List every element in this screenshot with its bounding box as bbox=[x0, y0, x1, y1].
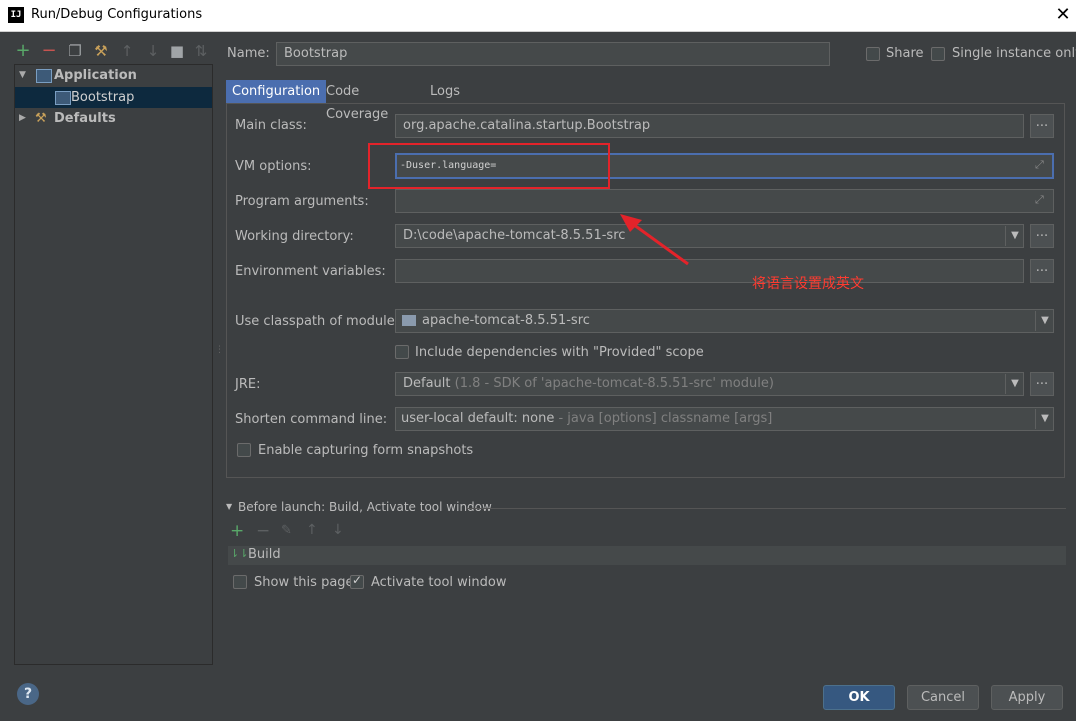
tree-item-bootstrap[interactable]: Bootstrap bbox=[15, 87, 212, 108]
annotation-highlight-box bbox=[368, 143, 610, 189]
show-page-checkbox[interactable] bbox=[233, 575, 247, 589]
edit-task-icon[interactable]: ✎ bbox=[281, 523, 292, 538]
main-class-label: Main class: bbox=[235, 118, 307, 133]
move-down-icon[interactable]: ↓ bbox=[144, 40, 162, 62]
expand-icon[interactable]: ⤢ bbox=[1035, 158, 1044, 172]
build-label: Build bbox=[248, 547, 281, 562]
expand-arrow-icon[interactable]: ▼ bbox=[19, 65, 29, 86]
classpath-select[interactable]: apache-tomcat-8.5.51-src bbox=[395, 309, 1054, 333]
add-icon[interactable]: + bbox=[14, 40, 32, 62]
chevron-down-icon[interactable]: ▼ bbox=[1005, 226, 1024, 246]
ok-button[interactable]: OK bbox=[823, 685, 895, 710]
collapse-arrow-icon[interactable]: ▶ bbox=[19, 108, 29, 129]
enable-capture-checkbox[interactable] bbox=[237, 443, 251, 457]
working-dir-field[interactable]: D:\code\apache-tomcat-8.5.51-src bbox=[395, 224, 1024, 248]
apply-button[interactable]: Apply bbox=[991, 685, 1063, 710]
splitter-handle[interactable]: ⋮ bbox=[215, 345, 224, 355]
env-vars-browse-button[interactable]: ... bbox=[1030, 259, 1054, 283]
tab-configuration[interactable]: Configuration bbox=[226, 80, 327, 103]
tab-code-coverage[interactable]: Code Coverage bbox=[320, 80, 394, 122]
tree-item-label: Bootstrap bbox=[71, 90, 135, 105]
enable-capture-label: Enable capturing form snapshots bbox=[258, 443, 474, 458]
module-folder-icon bbox=[402, 315, 416, 326]
expand-icon[interactable]: ⤢ bbox=[1035, 193, 1044, 207]
move-down-icon[interactable]: ↓ bbox=[332, 522, 344, 538]
classpath-value: apache-tomcat-8.5.51-src bbox=[422, 313, 590, 328]
shorten-select[interactable]: user-local default: none - java [options… bbox=[395, 407, 1054, 431]
tree-item-defaults[interactable]: ▶ ⚒ Defaults bbox=[15, 108, 212, 129]
include-deps-label: Include dependencies with "Provided" sco… bbox=[415, 345, 704, 360]
tree-item-label: Application bbox=[54, 68, 137, 83]
jre-detail: (1.8 - SDK of 'apache-tomcat-8.5.51-src'… bbox=[454, 376, 774, 391]
share-checkbox[interactable] bbox=[866, 47, 880, 61]
chevron-down-icon[interactable]: ▼ bbox=[1035, 311, 1054, 331]
window-title: Run/Debug Configurations bbox=[31, 7, 203, 22]
shorten-label: Shorten command line: bbox=[235, 412, 388, 427]
window-titlebar: IJ Run/Debug Configurations ✕ bbox=[0, 0, 1076, 32]
build-icon: ⇂⇂ bbox=[230, 547, 249, 560]
chevron-down-icon[interactable]: ▼ bbox=[1035, 409, 1054, 429]
share-label: Share bbox=[886, 46, 924, 61]
collapse-arrow-icon[interactable]: ▼ bbox=[226, 502, 232, 511]
move-up-icon[interactable]: ↑ bbox=[118, 40, 136, 62]
program-args-field[interactable] bbox=[395, 189, 1054, 213]
wrench-icon: ⚒ bbox=[35, 111, 47, 126]
chevron-down-icon[interactable]: ▼ bbox=[1005, 374, 1024, 394]
main-class-field[interactable]: org.apache.catalina.startup.Bootstrap bbox=[395, 114, 1024, 138]
application-config-icon bbox=[55, 91, 71, 105]
divider bbox=[466, 508, 1066, 509]
help-icon[interactable]: ? bbox=[17, 683, 39, 705]
tree-item-label: Defaults bbox=[54, 111, 116, 126]
copy-icon[interactable]: ❐ bbox=[66, 40, 84, 62]
remove-icon[interactable]: − bbox=[40, 40, 58, 62]
single-instance-checkbox[interactable] bbox=[931, 47, 945, 61]
name-label: Name: bbox=[227, 46, 270, 61]
working-dir-label: Working directory: bbox=[235, 229, 354, 244]
folder-icon[interactable]: ■ bbox=[168, 40, 186, 62]
single-instance-label: Single instance only bbox=[952, 46, 1076, 61]
show-page-label: Show this page bbox=[254, 575, 354, 590]
program-args-label: Program arguments: bbox=[235, 194, 369, 209]
add-task-icon[interactable]: + bbox=[230, 521, 244, 541]
close-icon[interactable]: ✕ bbox=[1050, 3, 1076, 27]
annotation-text: 将语言设置成英文 bbox=[752, 276, 864, 292]
shorten-value: user-local default: none bbox=[401, 411, 555, 426]
jre-label: JRE: bbox=[235, 377, 261, 392]
sort-icon[interactable]: ⇅ bbox=[192, 40, 210, 62]
activate-tool-checkbox[interactable] bbox=[350, 573, 364, 589]
wrench-icon[interactable]: ⚒ bbox=[92, 40, 110, 62]
intellij-app-icon: IJ bbox=[8, 7, 24, 23]
annotation-arrow bbox=[620, 214, 689, 266]
working-dir-browse-button[interactable]: ... bbox=[1030, 224, 1054, 248]
activate-tool-label: Activate tool window bbox=[371, 575, 507, 590]
jre-select[interactable]: Default (1.8 - SDK of 'apache-tomcat-8.5… bbox=[395, 372, 1024, 396]
remove-task-icon[interactable]: − bbox=[256, 521, 270, 541]
jre-value: Default bbox=[403, 376, 451, 391]
tree-item-application[interactable]: ▼ Application bbox=[15, 65, 212, 86]
cancel-button[interactable]: Cancel bbox=[907, 685, 979, 710]
env-vars-field[interactable] bbox=[395, 259, 1024, 283]
shorten-detail: - java [options] classname [args] bbox=[558, 411, 773, 426]
tab-logs[interactable]: Logs bbox=[424, 80, 466, 103]
move-up-icon[interactable]: ↑ bbox=[306, 522, 318, 538]
application-icon bbox=[36, 69, 52, 83]
before-launch-header[interactable]: Before launch: Build, Activate tool wind… bbox=[238, 500, 492, 514]
include-deps-checkbox[interactable] bbox=[395, 345, 409, 359]
name-field[interactable]: Bootstrap bbox=[276, 42, 830, 66]
config-tree: ▼ Application Bootstrap ▶ ⚒ Defaults bbox=[14, 64, 213, 665]
env-vars-label: Environment variables: bbox=[235, 264, 386, 279]
before-launch-task-build[interactable]: ⇂⇂ Build bbox=[228, 546, 1066, 565]
vm-options-label: VM options: bbox=[235, 159, 312, 174]
jre-browse-button[interactable]: ... bbox=[1030, 372, 1054, 396]
classpath-label: Use classpath of module: bbox=[235, 314, 400, 329]
main-class-browse-button[interactable]: ... bbox=[1030, 114, 1054, 138]
